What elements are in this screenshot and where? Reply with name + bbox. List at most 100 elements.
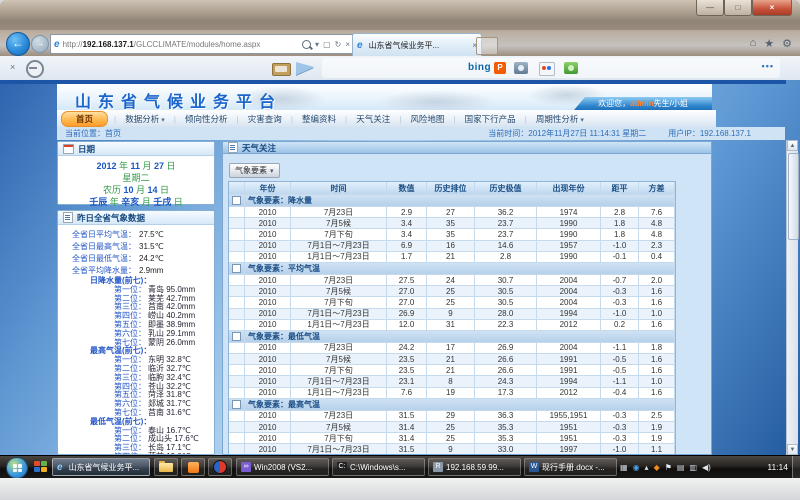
table-cell: 7月1日～7月23日 — [291, 376, 387, 387]
table-cell: 27.5 — [387, 275, 427, 286]
table-cell: 31.4 — [387, 433, 427, 444]
maximize-button[interactable]: □ — [724, 0, 752, 16]
table-cell: 1.8 — [601, 229, 639, 240]
table-row[interactable]: 20107月5候27.02530.52004-0.31.6 — [229, 286, 675, 297]
toolbar-close-icon[interactable]: × — [10, 62, 15, 72]
table-cell: 2004 — [537, 343, 601, 354]
paper-plane-icon[interactable] — [296, 62, 314, 75]
close-button[interactable]: × — [752, 0, 792, 16]
scrollbar-thumb[interactable] — [788, 153, 799, 240]
tray-show-hidden-icon[interactable]: ▴ — [645, 463, 649, 472]
table-row[interactable]: 20107月下旬23.52126.61991-0.51.6 — [229, 365, 675, 376]
table-row[interactable]: 20107月5候23.52126.61991-0.51.6 — [229, 354, 675, 365]
favorites-star-icon[interactable]: ★ — [764, 37, 774, 50]
taskbar-window-button[interactable]: W现行手册.docx -... — [524, 458, 617, 476]
nav-item-3[interactable]: 倾向性分析 — [176, 113, 237, 125]
tray-flame-icon[interactable]: ◆ — [654, 463, 660, 472]
table-row[interactable]: 20107月5候31.42535.31951-0.31.9 — [229, 422, 675, 433]
nav-item-2[interactable]: 数据分析▾ — [116, 113, 174, 125]
tray-power-icon[interactable]: ▥ — [689, 463, 697, 472]
table-group-row[interactable]: 气象要素：最低气温 — [229, 331, 675, 343]
page-scrollbar[interactable]: ▲ ▼ — [786, 140, 798, 455]
tray-blue-orb-icon[interactable]: ◉ — [633, 463, 640, 472]
stop-icon[interactable]: × — [345, 40, 350, 49]
table-row[interactable]: 20107月下旬3.43523.719901.84.8 — [229, 229, 675, 240]
home-icon[interactable]: ⌂ — [750, 37, 757, 50]
table-row[interactable]: 20107月1日～7月23日26.9928.01994-1.01.0 — [229, 309, 675, 320]
start-button[interactable] — [6, 457, 28, 479]
nav-item-4[interactable]: 灾害查询 — [239, 113, 291, 125]
taskbar-window-button[interactable]: C:C:\Windows\s... — [332, 458, 425, 476]
show-desktop-button[interactable] — [792, 456, 800, 479]
taskbar-window-button[interactable]: ∞Win2008 (VS2... — [236, 458, 329, 476]
table-row[interactable]: 20107月23日27.52430.72004-0.72.0 — [229, 275, 675, 286]
nav-item-9[interactable]: 周期性分析▾ — [527, 113, 593, 125]
taskbar-window-button[interactable]: R192.168.59.99... — [428, 458, 521, 476]
search-dropdown-icon[interactable]: ▾ — [315, 40, 319, 49]
group-checkbox[interactable] — [232, 400, 241, 409]
table-row[interactable]: 20101月1日～7月23日7.61917.32012-0.41.6 — [229, 388, 675, 399]
taskbar-explorer-button[interactable] — [154, 458, 178, 476]
table-row[interactable]: 20107月1日～7月23日31.5933.01997-1.01.1 — [229, 444, 675, 455]
bing-logo[interactable]: bing — [468, 62, 491, 73]
table-group-row[interactable]: 气象要素：最高气温 — [229, 399, 675, 411]
nav-item-8[interactable]: 国家下行产品 — [456, 113, 525, 125]
taskbar-orange-app-button[interactable] — [181, 458, 205, 476]
nav-item-5[interactable]: 整编资料 — [293, 113, 345, 125]
group-checkbox[interactable] — [232, 196, 241, 205]
address-bar[interactable]: e http://192.168.137.1/GLCCLIMATE/module… — [50, 34, 354, 54]
back-button[interactable]: ← — [6, 32, 30, 56]
group-checkbox[interactable] — [232, 332, 241, 341]
table-cell: 7月5候 — [291, 286, 387, 297]
element-filter-button[interactable]: 气象要素 ▾ — [229, 163, 280, 178]
table-group-row[interactable]: 气象要素：平均气温 — [229, 263, 675, 275]
tray-grid-icon[interactable]: ▦ — [620, 463, 628, 472]
blocked-circle-icon[interactable] — [26, 60, 44, 78]
tray-volume-icon[interactable]: ◀) — [702, 463, 711, 472]
browser-tab[interactable]: e 山东省气候业务平... × — [352, 33, 482, 57]
taskbar: e 山东省气候业务平... ∞Win2008 (VS2...C:C:\Windo… — [0, 455, 800, 479]
toolbar-overflow-icon[interactable]: ••• — [762, 61, 774, 71]
table-row[interactable]: 20101月1日～7月23日12.03122.320120.21.6 — [229, 320, 675, 331]
compatibility-view-icon[interactable]: ▢ — [323, 40, 331, 49]
table-row[interactable]: 20107月23日24.21726.92004-1.11.8 — [229, 343, 675, 354]
table-row[interactable]: 20107月23日31.52936.31955,1951-0.32.5 — [229, 411, 675, 422]
new-tab-button[interactable] — [476, 37, 498, 55]
nav-item-6[interactable]: 天气关注 — [347, 113, 399, 125]
table-cell: 2010 — [245, 252, 291, 263]
scroll-up-icon[interactable]: ▲ — [787, 140, 798, 151]
table-cell: 7月23日 — [291, 411, 387, 422]
taskbar-active-ie-button[interactable]: e 山东省气候业务平... — [52, 458, 150, 476]
orange-app-icon[interactable]: P — [494, 62, 506, 74]
forward-button[interactable]: → — [31, 35, 49, 53]
toolbar-colors-icon[interactable] — [539, 62, 555, 76]
wallet-icon[interactable] — [272, 63, 291, 76]
tray-flag-icon[interactable]: ⚑ — [665, 463, 672, 472]
refresh-icon[interactable]: ↻ — [335, 40, 342, 49]
table-row[interactable]: 20107月1日～7月23日23.1824.31994-1.11.0 — [229, 376, 675, 387]
taskbar-clock[interactable]: 11:14 — [767, 456, 788, 479]
minimize-button[interactable]: — — [696, 0, 724, 16]
table-cell: 2012 — [537, 388, 601, 399]
taskbar-ball-app-button[interactable] — [208, 458, 232, 476]
nav-item-1[interactable]: 首页 — [61, 111, 108, 127]
table-row[interactable]: 20107月下旬31.42535.31951-0.31.9 — [229, 433, 675, 444]
yesterday-panel-header: 昨日全省气象数据 — [58, 211, 214, 225]
scroll-down-icon[interactable]: ▼ — [787, 444, 798, 455]
group-checkbox[interactable] — [232, 264, 241, 273]
nav-item-7[interactable]: 风险地图 — [401, 113, 453, 125]
toolbar-camera-icon[interactable] — [514, 62, 528, 74]
taskbar-small-icon[interactable] — [34, 461, 47, 472]
toolbar-green-icon[interactable] — [564, 62, 578, 74]
table-row[interactable]: 20107月23日2.92736.219742.87.6 — [229, 207, 675, 218]
table-row[interactable]: 20107月5候3.43523.719901.84.8 — [229, 218, 675, 229]
search-icon[interactable] — [302, 40, 311, 49]
table-row[interactable]: 20101月1日～7月23日1.7212.81990-0.10.4 — [229, 252, 675, 263]
table-row[interactable]: 20107月下旬27.02530.52004-0.31.6 — [229, 297, 675, 308]
table-header-row: 年份时间数值历史排位历史极值出现年份距平方差 — [229, 182, 675, 195]
welcome-prefix: 欢迎您， — [598, 98, 630, 109]
table-row[interactable]: 20107月1日～7月23日6.91614.61957-1.02.3 — [229, 241, 675, 252]
tools-gear-icon[interactable]: ⚙ — [782, 37, 792, 50]
table-group-row[interactable]: 气象要素：降水量 — [229, 195, 675, 207]
tray-network-icon[interactable]: ▤ — [677, 463, 685, 472]
